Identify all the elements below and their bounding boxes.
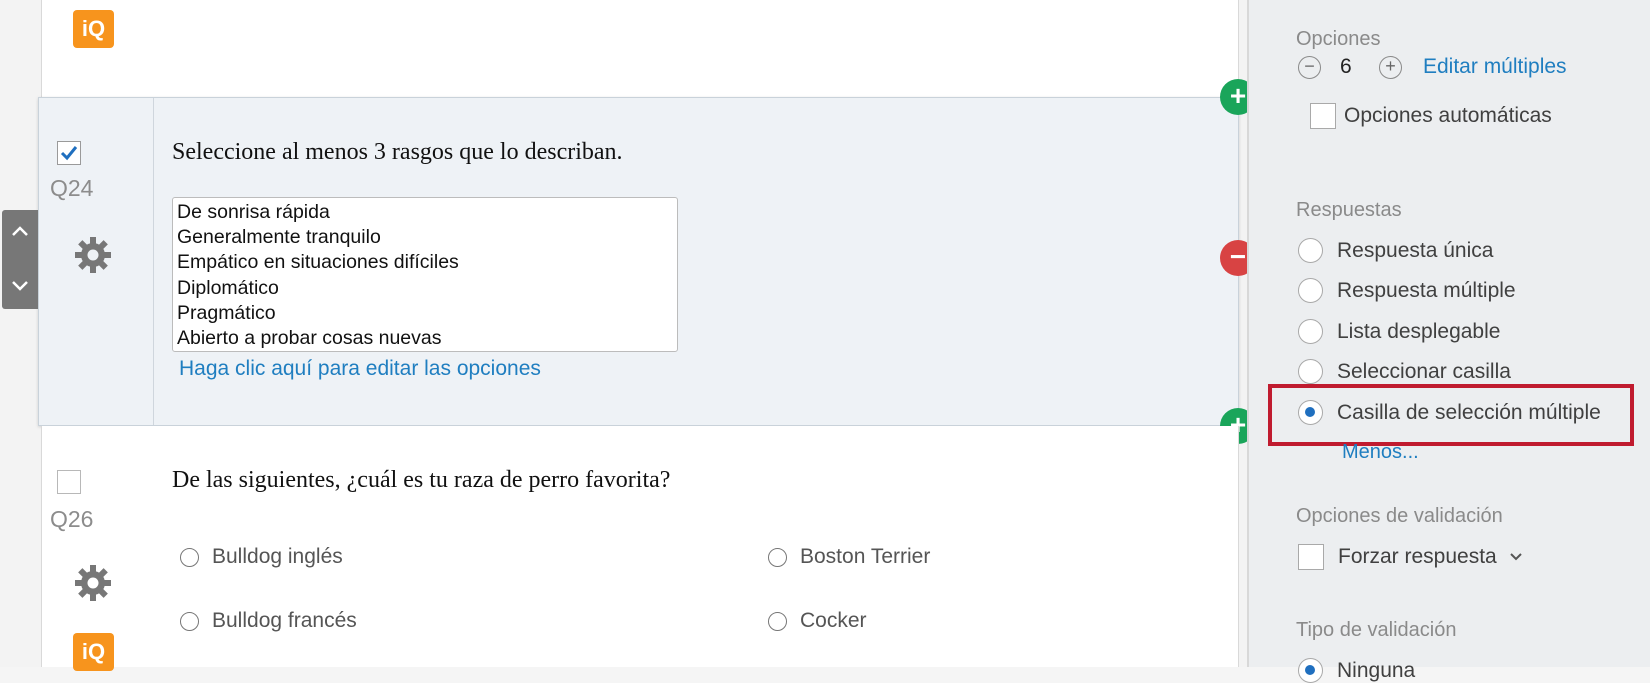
choice-item[interactable]: Generalmente tranquilo bbox=[177, 225, 673, 250]
validation-type-heading: Tipo de validación bbox=[1296, 619, 1457, 641]
question-block-previous[interactable] bbox=[41, 0, 1239, 98]
auto-options-checkbox[interactable]: Opciones automáticas bbox=[1310, 103, 1552, 129]
gear-icon[interactable] bbox=[72, 562, 114, 604]
question-select-checkbox-q26[interactable] bbox=[57, 470, 81, 494]
choice-item[interactable]: Empático en situaciones difíciles bbox=[177, 250, 673, 275]
question-select-checkbox-q24[interactable] bbox=[57, 141, 81, 165]
decrement-options-button[interactable]: − bbox=[1298, 56, 1321, 79]
options-heading: Opciones bbox=[1296, 28, 1381, 50]
radio-icon[interactable] bbox=[1298, 238, 1323, 263]
radio-icon[interactable] bbox=[1298, 319, 1323, 344]
checkbox-icon[interactable] bbox=[1298, 544, 1324, 570]
minus-icon: − bbox=[1229, 241, 1247, 272]
chevron-down-icon[interactable] bbox=[10, 275, 30, 295]
answer-type-dropdown[interactable]: Lista desplegable bbox=[1298, 319, 1500, 344]
radio-icon[interactable] bbox=[1298, 278, 1323, 303]
validation-type-none[interactable]: Ninguna bbox=[1298, 658, 1415, 683]
chevron-down-icon[interactable] bbox=[1507, 548, 1525, 566]
check-icon bbox=[60, 146, 78, 161]
answer-option[interactable]: Bulldog inglés bbox=[180, 545, 343, 569]
answer-type-single[interactable]: Respuesta única bbox=[1298, 238, 1493, 263]
radio-icon[interactable] bbox=[768, 611, 787, 631]
highlight-annotation bbox=[1268, 384, 1634, 446]
iq-badge-icon[interactable]: iQ bbox=[73, 10, 114, 48]
force-response-checkbox[interactable]: Forzar respuesta bbox=[1298, 544, 1525, 570]
question-id-label: Q24 bbox=[50, 175, 94, 201]
checkbox-icon[interactable] bbox=[1310, 103, 1336, 129]
answer-option[interactable]: Bulldog francés bbox=[180, 609, 357, 633]
choice-item[interactable]: Diplomático bbox=[177, 276, 673, 301]
edit-choices-link[interactable]: Haga clic aquí para editar las opciones bbox=[179, 357, 541, 381]
radio-icon[interactable] bbox=[180, 547, 199, 567]
answer-option[interactable]: Cocker bbox=[768, 609, 867, 633]
question-text[interactable]: Seleccione al menos 3 rasgos que lo desc… bbox=[172, 139, 623, 166]
increment-options-button[interactable]: + bbox=[1379, 56, 1402, 79]
answer-type-multiple[interactable]: Respuesta múltiple bbox=[1298, 278, 1516, 303]
question-reorder-tab[interactable] bbox=[2, 210, 38, 309]
radio-icon[interactable] bbox=[768, 547, 787, 567]
radio-icon[interactable] bbox=[1298, 359, 1323, 384]
choices-listbox[interactable]: De sonrisa rápida Generalmente tranquilo… bbox=[172, 197, 678, 352]
iq-badge-icon[interactable]: iQ bbox=[73, 633, 114, 671]
options-count[interactable]: 6 bbox=[1340, 55, 1352, 79]
answer-option[interactable]: Boston Terrier bbox=[768, 545, 930, 569]
plus-icon: + bbox=[1229, 80, 1247, 111]
choice-item[interactable]: Pragmático bbox=[177, 301, 673, 326]
gear-icon[interactable] bbox=[72, 234, 114, 276]
edit-multiple-link[interactable]: Editar múltiples bbox=[1423, 55, 1567, 79]
answers-heading: Respuestas bbox=[1296, 199, 1402, 221]
radio-icon[interactable] bbox=[180, 611, 199, 631]
answer-type-select-box[interactable]: Seleccionar casilla bbox=[1298, 359, 1511, 384]
choice-item[interactable]: Abierto a probar cosas nuevas bbox=[177, 326, 673, 351]
question-text[interactable]: De las siguientes, ¿cuál es tu raza de p… bbox=[172, 467, 670, 494]
radio-selected-icon[interactable] bbox=[1298, 658, 1323, 683]
choice-item[interactable]: De sonrisa rápida bbox=[177, 200, 673, 225]
chevron-up-icon[interactable] bbox=[10, 222, 30, 242]
question-id-label: Q26 bbox=[50, 506, 94, 532]
less-options-link[interactable]: Menos... bbox=[1342, 441, 1419, 464]
validation-options-heading: Opciones de validación bbox=[1296, 505, 1503, 527]
